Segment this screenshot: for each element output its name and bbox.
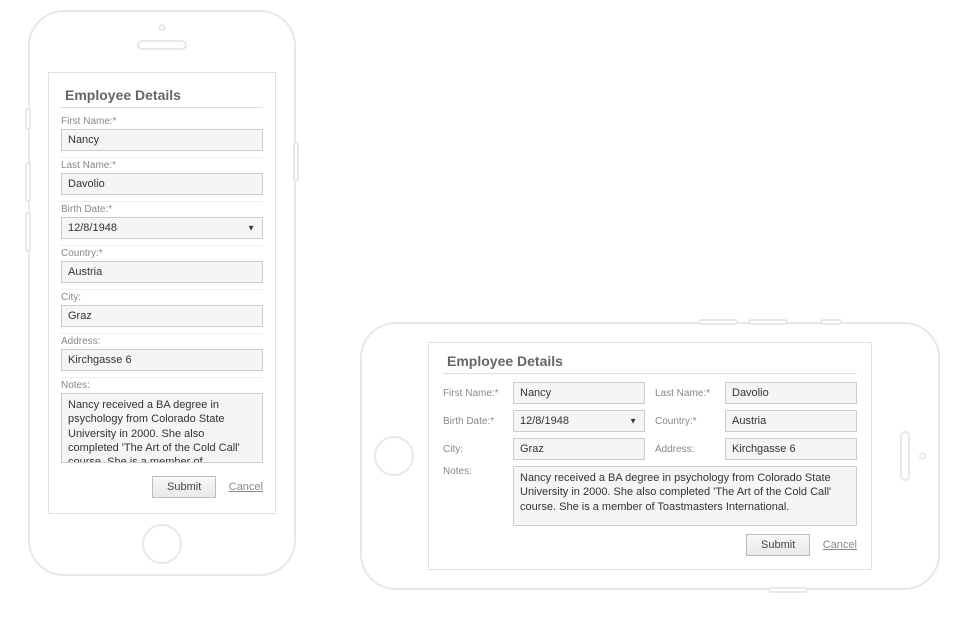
city-label: City: <box>443 444 503 455</box>
divider <box>61 377 263 378</box>
volume-up-icon <box>748 319 788 325</box>
divider <box>61 201 263 202</box>
cancel-link[interactable]: Cancel <box>823 539 857 551</box>
volume-up-icon <box>25 162 31 202</box>
volume-down-icon <box>698 319 738 325</box>
address-input[interactable] <box>61 349 263 371</box>
last-name-label: Last Name:* <box>61 160 263 171</box>
phone-frame-landscape: Employee Details First Name:* Last Name:… <box>360 322 940 590</box>
camera-icon <box>159 24 166 31</box>
birth-date-label: Birth Date:* <box>443 416 503 427</box>
divider <box>61 289 263 290</box>
first-name-input[interactable] <box>61 129 263 151</box>
divider <box>61 245 263 246</box>
cancel-link[interactable]: Cancel <box>229 481 263 493</box>
notes-label: Notes: <box>443 466 503 477</box>
address-label: Address: <box>655 444 715 455</box>
birth-date-dropdown[interactable]: ▼ <box>513 410 645 432</box>
form-heading: Employee Details <box>61 87 263 108</box>
speaker-icon <box>900 431 910 481</box>
notes-label: Notes: <box>61 380 263 391</box>
power-button-icon <box>293 142 299 182</box>
volume-down-icon <box>25 212 31 252</box>
last-name-input[interactable] <box>725 382 857 404</box>
camera-icon <box>919 453 926 460</box>
first-name-input[interactable] <box>513 382 645 404</box>
phone-frame-portrait: Employee Details First Name:* Last Name:… <box>28 10 296 576</box>
screen-portrait: Employee Details First Name:* Last Name:… <box>48 72 276 514</box>
country-input[interactable] <box>61 261 263 283</box>
address-label: Address: <box>61 336 263 347</box>
first-name-label: First Name:* <box>443 388 503 399</box>
country-label: Country:* <box>655 416 715 427</box>
first-name-label: First Name:* <box>61 116 263 127</box>
divider <box>61 333 263 334</box>
submit-button[interactable]: Submit <box>152 476 216 498</box>
button-row: Submit Cancel <box>61 476 263 498</box>
mute-switch-icon <box>25 108 31 130</box>
power-button-icon <box>768 587 808 593</box>
birth-date-label: Birth Date:* <box>61 204 263 215</box>
birth-date-input[interactable] <box>61 217 263 239</box>
last-name-input[interactable] <box>61 173 263 195</box>
screen-landscape: Employee Details First Name:* Last Name:… <box>428 342 872 570</box>
birth-date-input[interactable] <box>513 410 645 432</box>
divider <box>61 157 263 158</box>
notes-textarea[interactable] <box>61 393 263 463</box>
submit-button[interactable]: Submit <box>746 534 810 556</box>
address-input[interactable] <box>725 438 857 460</box>
speaker-icon <box>137 40 187 50</box>
country-label: Country:* <box>61 248 263 259</box>
city-label: City: <box>61 292 263 303</box>
form-heading: Employee Details <box>443 353 857 374</box>
city-input[interactable] <box>513 438 645 460</box>
home-button-icon <box>142 524 182 564</box>
button-row: Submit Cancel <box>443 534 857 556</box>
home-button-icon <box>374 436 414 476</box>
birth-date-dropdown[interactable]: ▼ <box>61 217 263 239</box>
country-input[interactable] <box>725 410 857 432</box>
city-input[interactable] <box>61 305 263 327</box>
last-name-label: Last Name:* <box>655 388 715 399</box>
notes-textarea[interactable] <box>513 466 857 526</box>
mute-switch-icon <box>820 319 842 325</box>
